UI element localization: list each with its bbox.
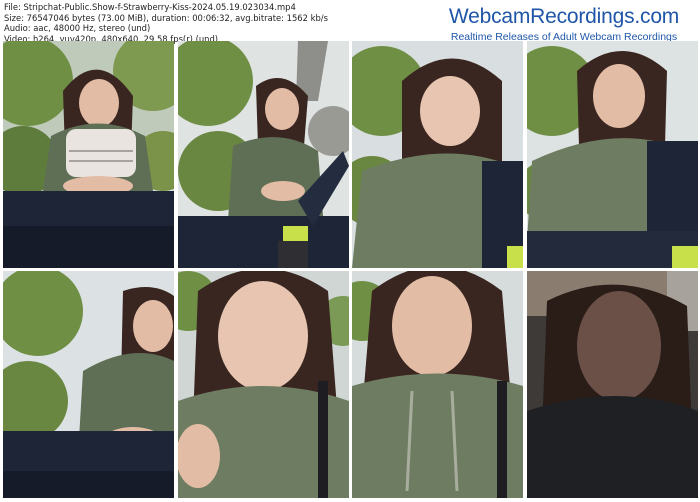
thumbnail-image — [352, 41, 523, 268]
thumbnail-4[interactable] — [527, 41, 698, 268]
thumbnail-6[interactable] — [178, 271, 349, 498]
thumbnail-image — [527, 271, 698, 498]
thumbnail-2[interactable] — [178, 41, 349, 268]
thumbnail-5[interactable] — [3, 271, 174, 498]
thumbnail-image — [178, 41, 349, 268]
thumbnail-1[interactable] — [3, 41, 174, 268]
thumbnail-image — [527, 41, 698, 268]
thumbnail-image — [178, 271, 349, 498]
thumbnail-7[interactable] — [352, 271, 523, 498]
thumbnail-image — [3, 41, 174, 268]
thumbnail-image — [352, 271, 523, 498]
thumbnail-image — [3, 271, 174, 498]
thumbnail-3[interactable] — [352, 41, 523, 268]
thumbnail-grid — [0, 0, 700, 502]
thumbnail-8[interactable] — [527, 271, 698, 498]
